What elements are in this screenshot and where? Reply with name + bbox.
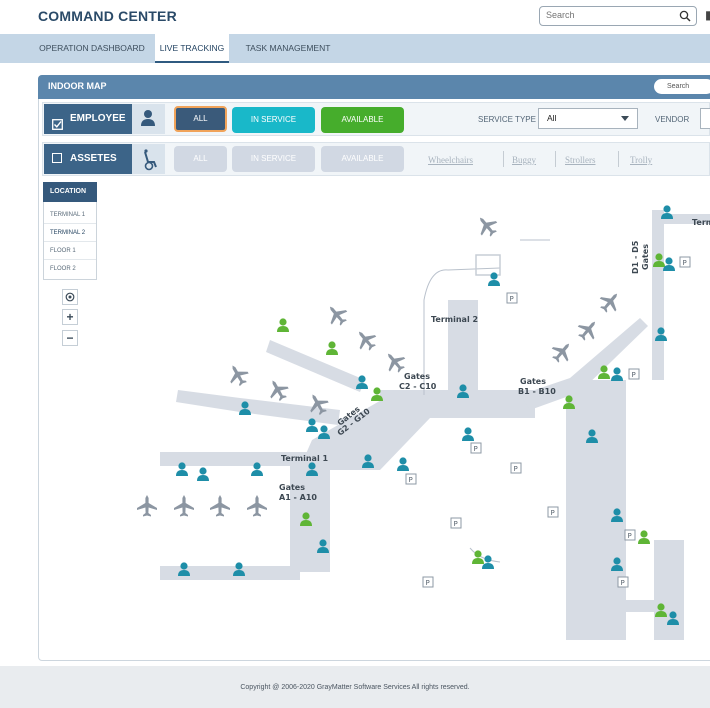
location-item-floor-1[interactable]: FLOOR 1 bbox=[44, 242, 96, 260]
aircraft-icon bbox=[573, 315, 603, 345]
staff-in-service-icon bbox=[663, 257, 675, 271]
svg-text:P: P bbox=[409, 476, 413, 484]
staff-available-icon bbox=[326, 341, 338, 355]
gates-d-label: Gates bbox=[641, 244, 650, 270]
svg-text:P: P bbox=[454, 520, 458, 528]
location-title: LOCATION bbox=[43, 182, 97, 202]
terminal-2-label: Terminal 2 bbox=[431, 315, 478, 324]
aircraft-group bbox=[137, 211, 625, 517]
aircraft-icon bbox=[322, 300, 352, 330]
location-item-terminal-1[interactable]: TERMINAL 1 bbox=[44, 206, 96, 224]
gates-c-label: Gates bbox=[404, 372, 430, 381]
staff-available-icon bbox=[638, 530, 650, 544]
terminal-cut-label: Term bbox=[692, 218, 710, 227]
parking-icon: P bbox=[510, 462, 522, 474]
staff-in-service-icon bbox=[397, 457, 409, 471]
staff-in-service-icon bbox=[611, 367, 623, 381]
svg-text:P: P bbox=[551, 509, 555, 517]
gates-d-range: D1 - D5 bbox=[631, 240, 640, 274]
staff-in-service-icon bbox=[197, 467, 209, 481]
aircraft-icon bbox=[351, 325, 381, 355]
parking-icon: P bbox=[422, 576, 434, 588]
svg-text:P: P bbox=[510, 295, 514, 303]
aircraft-icon bbox=[137, 495, 157, 517]
svg-text:P: P bbox=[474, 445, 478, 453]
aircraft-icon bbox=[174, 495, 194, 517]
location-item-terminal-2[interactable]: TERMINAL 2 bbox=[44, 224, 96, 242]
svg-text:P: P bbox=[683, 259, 687, 267]
gates-c-range: C2 - C10 bbox=[399, 382, 437, 391]
parking-icon: P bbox=[506, 292, 518, 304]
copyright-text: Copyright @ 2006-2020 GrayMatter Softwar… bbox=[240, 684, 470, 691]
indoor-map[interactable]: P P P P P P P P P P P Terminal 2 Termina… bbox=[0, 0, 710, 708]
staff-in-service-icon bbox=[462, 427, 474, 441]
gates-b-label: Gates bbox=[520, 377, 546, 386]
parking-icon: P bbox=[470, 442, 482, 454]
gates-a-range: A1 - A10 bbox=[279, 493, 317, 502]
parking-icon: P bbox=[617, 576, 629, 588]
aircraft-icon bbox=[223, 360, 252, 390]
svg-text:P: P bbox=[628, 532, 632, 540]
parking-icon: P bbox=[405, 473, 417, 485]
terminal-1-label: Terminal 1 bbox=[281, 454, 328, 463]
parking-icon: P bbox=[624, 529, 636, 541]
aircraft-icon bbox=[210, 495, 230, 517]
zoom-out-button[interactable]: − bbox=[62, 330, 78, 346]
parking-icon: P bbox=[628, 368, 640, 380]
gates-a-label: Gates bbox=[279, 483, 305, 492]
zoom-in-button[interactable]: + bbox=[62, 309, 78, 325]
parking-icon: P bbox=[450, 517, 462, 529]
svg-text:P: P bbox=[514, 465, 518, 473]
aircraft-icon bbox=[247, 495, 267, 517]
svg-text:P: P bbox=[632, 371, 636, 379]
locate-icon[interactable] bbox=[62, 289, 78, 305]
svg-text:P: P bbox=[621, 579, 625, 587]
parking-icon: P bbox=[547, 506, 559, 518]
staff-available-icon bbox=[277, 318, 289, 332]
gates-b-range: B1 - B10 bbox=[518, 387, 556, 396]
location-item-floor-2[interactable]: FLOOR 2 bbox=[44, 260, 96, 278]
aircraft-icon bbox=[472, 211, 502, 241]
svg-text:P: P bbox=[426, 579, 430, 587]
parking-icon: P bbox=[679, 256, 691, 268]
aircraft-icon bbox=[263, 375, 292, 405]
building-outline bbox=[475, 254, 501, 276]
aircraft-icon bbox=[547, 337, 577, 367]
aircraft-icon bbox=[595, 287, 625, 317]
